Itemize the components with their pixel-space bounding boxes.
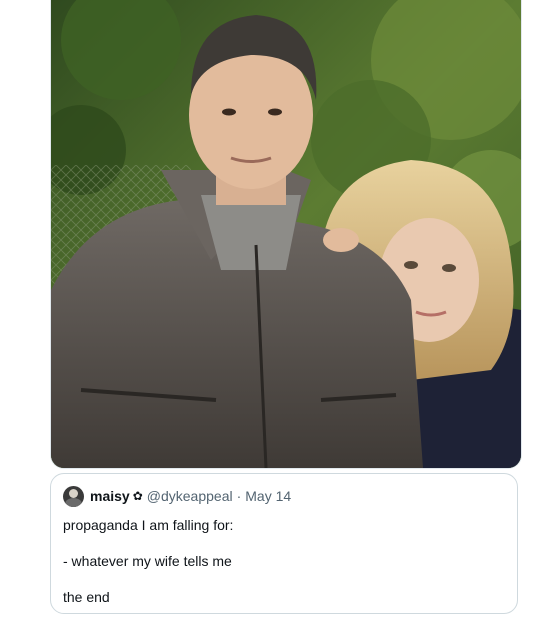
tweet-text-line: the end xyxy=(63,589,110,605)
quoted-tweet-header: maisy ✿ @dykeappeal · May 14 xyxy=(63,485,291,507)
tweet-date[interactable]: May 14 xyxy=(245,488,291,504)
quoted-tweet-text: propaganda I am falling for: - whatever … xyxy=(63,516,503,606)
tweet-photo[interactable] xyxy=(50,0,522,469)
tweet-text-line: - whatever my wife tells me xyxy=(63,553,232,569)
tweet-page: maisy ✿ @dykeappeal · May 14 propaganda … xyxy=(0,0,540,623)
tweet-text-line: propaganda I am falling for: xyxy=(63,517,234,533)
separator-dot: · xyxy=(236,488,242,504)
avatar[interactable] xyxy=(63,485,84,507)
photo-illustration xyxy=(51,0,521,468)
left-gutter xyxy=(0,0,48,623)
quoted-tweet-card[interactable]: maisy ✿ @dykeappeal · May 14 propaganda … xyxy=(50,473,518,614)
display-name[interactable]: maisy xyxy=(90,488,130,504)
user-handle[interactable]: @dykeappeal xyxy=(147,488,233,504)
flower-icon: ✿ xyxy=(132,489,143,503)
